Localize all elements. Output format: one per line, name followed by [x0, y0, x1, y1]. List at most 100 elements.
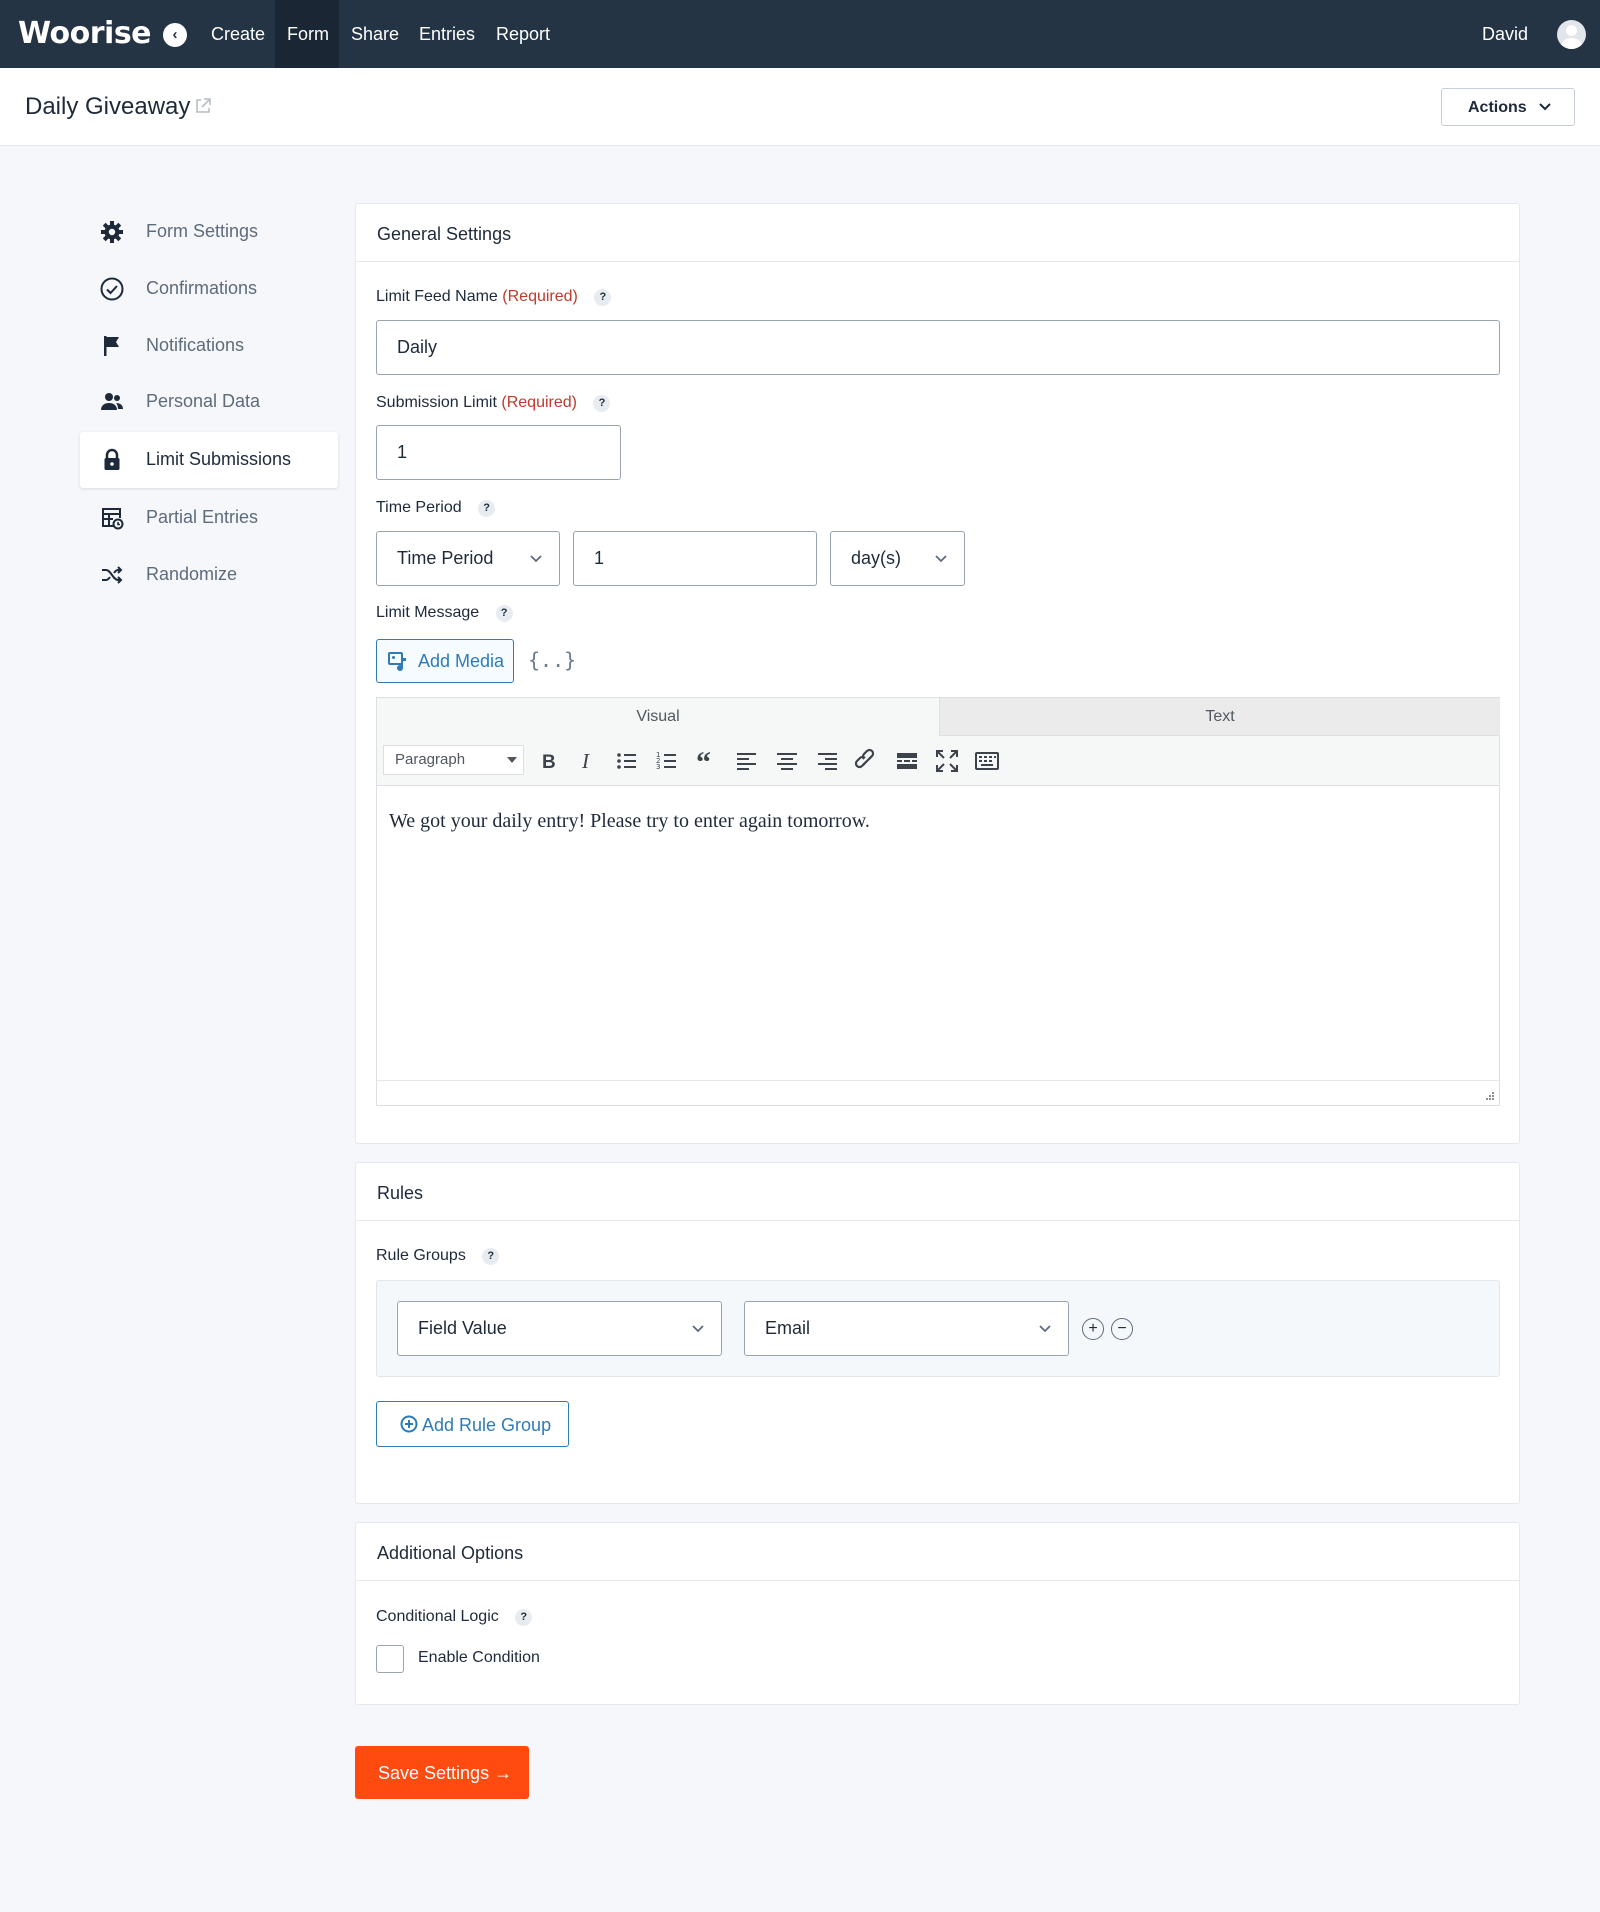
plus-circle-icon: [400, 1415, 418, 1433]
user-name[interactable]: David: [1482, 0, 1528, 68]
chevron-down-icon: [692, 1325, 704, 1333]
page-title: Daily Giveaway: [25, 93, 191, 120]
resize-handle-icon[interactable]: [1483, 1091, 1495, 1103]
panel-title: General Settings: [356, 204, 1519, 262]
italic-icon[interactable]: I: [574, 748, 600, 774]
time-period-select[interactable]: Time Period: [376, 531, 560, 586]
message-editor: Visual Text Paragraph B I 123 “ We got y…: [376, 697, 1500, 1106]
rule-field-select[interactable]: Email: [744, 1301, 1069, 1356]
add-rule-icon[interactable]: +: [1082, 1318, 1104, 1340]
external-link-icon[interactable]: [194, 97, 212, 115]
woorise-logo[interactable]: Woorise: [18, 16, 152, 51]
sidebar-item-label: Partial Entries: [146, 507, 259, 527]
nav-create[interactable]: Create: [199, 0, 277, 68]
submission-limit-input[interactable]: 1: [376, 425, 621, 480]
bold-icon[interactable]: B: [535, 748, 561, 774]
numbered-list-icon[interactable]: 123: [654, 748, 680, 774]
help-icon[interactable]: ?: [482, 1248, 500, 1265]
nav-share[interactable]: Share: [339, 0, 411, 68]
time-period-unit-select[interactable]: day(s): [830, 531, 965, 586]
avatar[interactable]: [1557, 20, 1586, 49]
editor-toolbar: Paragraph B I 123 “: [377, 736, 1499, 786]
chevron-down-icon: [530, 555, 542, 563]
sidebar-item-label: Personal Data: [146, 391, 261, 411]
flag-icon: [104, 336, 119, 356]
link-icon[interactable]: [854, 748, 880, 774]
add-rule-group-label: Add Rule Group: [422, 1415, 552, 1435]
time-period-select-value: Time Period: [397, 548, 494, 568]
fullscreen-icon[interactable]: [934, 748, 960, 774]
svg-text:I: I: [581, 749, 590, 773]
merge-tags-icon[interactable]: {..}: [528, 648, 576, 672]
check-circle-icon: [100, 277, 124, 301]
sidebar-item-form-settings[interactable]: Form Settings: [80, 204, 338, 260]
help-icon[interactable]: ?: [478, 500, 496, 517]
required-marker: (Required): [502, 288, 578, 305]
shuffle-icon: [102, 566, 123, 584]
chevron-down-icon: [935, 555, 947, 563]
nav-entries[interactable]: Entries: [407, 0, 487, 68]
limit-message-label: Limit Message ?: [376, 604, 513, 622]
remove-rule-icon[interactable]: −: [1111, 1318, 1133, 1340]
add-media-button[interactable]: Add Media: [376, 639, 514, 683]
sidebar-item-randomize[interactable]: Randomize: [80, 547, 338, 603]
caret-down-icon: [507, 757, 517, 763]
enable-condition-row: Enable Condition: [356, 1587, 756, 1687]
rule-type-value: Field Value: [418, 1318, 507, 1338]
users-icon: [101, 393, 123, 410]
sidebar-item-partial-entries[interactable]: Partial Entries: [80, 490, 338, 546]
message-text[interactable]: We got your daily entry! Please try to e…: [389, 810, 870, 833]
page-header: Daily Giveaway Actions: [0, 68, 1600, 146]
tab-text[interactable]: Text: [939, 698, 1500, 736]
feed-name-input[interactable]: Daily: [376, 320, 1500, 375]
blockquote-icon[interactable]: “: [694, 748, 720, 774]
panel-title: Additional Options: [356, 1523, 1519, 1581]
chevron-down-icon: [1539, 103, 1551, 111]
actions-label: Actions: [1468, 99, 1527, 116]
read-more-icon[interactable]: [894, 748, 920, 774]
submission-limit-label: Submission Limit (Required) ?: [376, 394, 611, 412]
chevron-down-icon: [1039, 1325, 1051, 1333]
sidebar-item-limit-submissions[interactable]: Limit Submissions: [80, 432, 338, 488]
help-icon[interactable]: ?: [593, 395, 611, 412]
add-media-label: Add Media: [418, 651, 505, 671]
align-center-icon[interactable]: [774, 748, 800, 774]
rule-group: Field Value Email + −: [376, 1280, 1500, 1377]
top-navbar: Woorise ‹ Create Form Share Entries Repo…: [0, 0, 1600, 68]
time-period-unit-value: day(s): [851, 548, 902, 568]
editor-statusbar: [377, 1080, 1499, 1105]
sidebar-item-label: Confirmations: [146, 278, 258, 298]
bullet-list-icon[interactable]: [614, 748, 640, 774]
help-icon[interactable]: ?: [594, 289, 612, 306]
add-rule-group-button[interactable]: Add Rule Group: [376, 1401, 569, 1447]
help-icon[interactable]: ?: [495, 605, 513, 622]
nav-report[interactable]: Report: [484, 0, 562, 68]
nav-form[interactable]: Form: [275, 0, 339, 68]
sidebar-item-label: Randomize: [146, 564, 238, 584]
general-settings-panel: General Settings Limit Feed Name (Requir…: [355, 203, 1520, 1144]
toolbar-toggle-icon[interactable]: [974, 748, 1000, 774]
time-period-value-input[interactable]: 1: [573, 531, 817, 586]
sidebar-item-personal-data[interactable]: Personal Data: [80, 374, 338, 430]
paragraph-format-select[interactable]: Paragraph: [383, 745, 524, 775]
actions-dropdown[interactable]: Actions: [1441, 88, 1575, 126]
required-marker: (Required): [501, 394, 577, 411]
rule-type-select[interactable]: Field Value: [397, 1301, 722, 1356]
enable-condition-label[interactable]: Enable Condition: [418, 1649, 540, 1667]
sidebar-item-confirmations[interactable]: Confirmations: [80, 261, 338, 317]
back-button[interactable]: ‹: [163, 23, 187, 47]
rules-panel: Rules Rule Groups ? Field Value Email + …: [355, 1162, 1520, 1504]
align-right-icon[interactable]: [814, 748, 840, 774]
enable-condition-checkbox[interactable]: [376, 1645, 404, 1673]
feed-name-label: Limit Feed Name (Required) ?: [376, 288, 612, 306]
svg-text:3: 3: [656, 763, 660, 771]
align-left-icon[interactable]: [734, 748, 760, 774]
time-period-label: Time Period ?: [376, 499, 496, 517]
sidebar-item-label: Form Settings: [146, 221, 259, 241]
rule-groups-label: Rule Groups ?: [376, 1247, 500, 1265]
tab-visual[interactable]: Visual: [377, 698, 939, 736]
rule-field-value: Email: [765, 1318, 811, 1338]
save-settings-label: Save Settings →: [378, 1763, 513, 1783]
save-settings-button[interactable]: Save Settings →: [355, 1746, 529, 1799]
sidebar-item-notifications[interactable]: Notifications: [80, 318, 338, 374]
